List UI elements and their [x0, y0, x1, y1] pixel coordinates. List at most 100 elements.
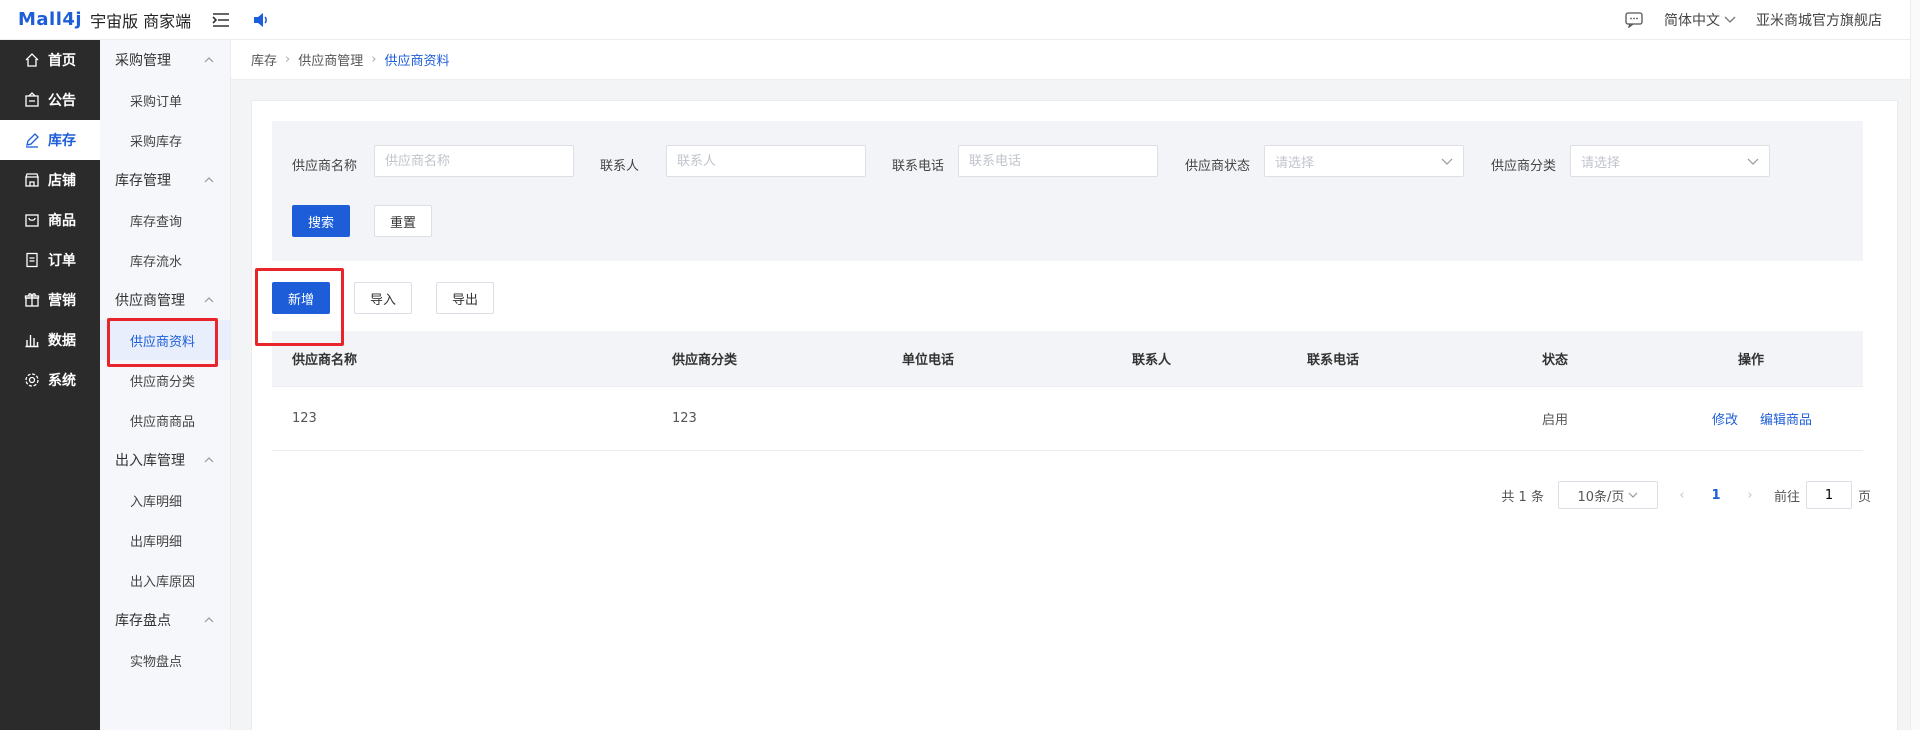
breadcrumb-item[interactable]: 供应商管理 — [298, 50, 363, 69]
main-content: 库存 › 供应商管理 › 供应商资料 供应商名称 联系人 联系电话 供应商状态 … — [231, 40, 1910, 730]
breadcrumb: 库存 › 供应商管理 › 供应商资料 — [231, 40, 1910, 80]
order-icon — [24, 252, 40, 268]
top-header: Mall4j 宇宙版 商家端 简体中文 亚米商城官方旗舰店 — [0, 0, 1920, 40]
add-button[interactable]: 新增 — [272, 282, 330, 314]
submenu-item-supplier-goods[interactable]: 供应商商品 — [100, 400, 230, 440]
group-stocktake[interactable]: 库存盘点 — [100, 600, 230, 640]
page-size-label: 10条/页 — [1577, 489, 1625, 505]
page-size-select[interactable]: 10条/页 — [1557, 481, 1658, 509]
chevron-down-icon — [1724, 16, 1736, 23]
breadcrumb-item[interactable]: 库存 — [251, 50, 277, 69]
submenu-item-stock-query[interactable]: 库存查询 — [100, 200, 230, 240]
column-header: 操作 — [1738, 353, 1765, 368]
shop-name[interactable]: 亚米商城官方旗舰店 — [1756, 10, 1882, 30]
contact-input[interactable] — [666, 145, 866, 177]
sidebar-item-orders[interactable]: 订单 — [0, 240, 100, 280]
supplier-table: 供应商名称 供应商分类 单位电话 联系人 联系电话 状态 操作 123 123 … — [272, 331, 1863, 451]
column-header: 单位电话 — [902, 353, 955, 368]
export-button[interactable]: 导出 — [436, 282, 494, 314]
notice-icon — [24, 92, 40, 108]
submenu-item-inbound-detail[interactable]: 入库明细 — [100, 480, 230, 520]
sidebar-item-home[interactable]: 首页 — [0, 40, 100, 80]
phone-input[interactable] — [958, 145, 1158, 177]
column-header: 供应商名称 — [292, 353, 358, 368]
status-select-placeholder: 请选择 — [1275, 155, 1315, 171]
sidebar-item-data[interactable]: 数据 — [0, 320, 100, 360]
chevron-up-icon — [204, 57, 214, 63]
group-title: 出入库管理 — [115, 453, 185, 469]
submenu-item-physical-count[interactable]: 实物盘点 — [100, 640, 230, 680]
language-selector[interactable]: 简体中文 — [1664, 10, 1736, 30]
next-page-icon[interactable]: › — [1740, 488, 1760, 503]
page-suffix: 页 — [1857, 489, 1871, 505]
phone-label: 联系电话 — [892, 159, 945, 174]
speaker-icon[interactable] — [251, 10, 271, 30]
group-title: 库存管理 — [115, 173, 171, 189]
sidebar-item-goods[interactable]: 商品 — [0, 200, 100, 240]
status-cell: 启用 — [1542, 413, 1569, 428]
submenu-item-inout-reason[interactable]: 出入库原因 — [100, 560, 230, 600]
sidebar-item-shop[interactable]: 店铺 — [0, 160, 100, 200]
sidebar-item-label: 首页 — [48, 53, 76, 69]
group-title: 库存盘点 — [115, 613, 171, 629]
group-supplier[interactable]: 供应商管理 — [100, 280, 230, 320]
menu-fold-icon[interactable] — [211, 10, 231, 30]
contact-label: 联系人 — [600, 159, 640, 174]
gear-icon — [24, 372, 40, 388]
edit-goods-link[interactable]: 编辑商品 — [1760, 409, 1812, 428]
main-sidebar: 首页 公告 库存 店铺 商品 订单 营销 数据 系统 — [0, 40, 100, 730]
logo[interactable]: Mall4j — [18, 9, 82, 30]
sidebar-item-label: 商品 — [48, 213, 76, 229]
chart-icon — [24, 332, 40, 348]
submenu-item-purchase-stock[interactable]: 采购库存 — [100, 120, 230, 160]
goods-icon — [24, 212, 40, 228]
sidebar-item-label: 营销 — [48, 293, 76, 309]
sidebar-item-inventory[interactable]: 库存 — [0, 120, 100, 160]
column-header: 供应商分类 — [672, 353, 738, 368]
column-header: 状态 — [1542, 353, 1569, 368]
category-label: 供应商分类 — [1491, 159, 1557, 174]
search-button[interactable]: 搜索 — [292, 205, 350, 237]
chevron-down-icon — [1747, 158, 1759, 165]
submenu-item-outbound-detail[interactable]: 出库明细 — [100, 520, 230, 560]
goto-page-input[interactable] — [1805, 481, 1852, 509]
group-inventory[interactable]: 库存管理 — [100, 160, 230, 200]
status-select[interactable]: 请选择 — [1264, 145, 1464, 177]
submenu-item-stock-flow[interactable]: 库存流水 — [100, 240, 230, 280]
submenu-item-supplier-category[interactable]: 供应商分类 — [100, 360, 230, 400]
column-header: 联系人 — [1132, 353, 1172, 368]
submenu-item-supplier-info[interactable]: 供应商资料 — [100, 320, 230, 360]
reset-button[interactable]: 重置 — [374, 205, 432, 237]
sidebar-item-label: 数据 — [48, 333, 76, 349]
pagination: 共 1 条 10条/页 ‹ 1 › 前往 页 — [1501, 481, 1871, 509]
category-select[interactable]: 请选择 — [1570, 145, 1770, 177]
prev-page-icon[interactable]: ‹ — [1672, 488, 1692, 503]
chevron-down-icon — [1441, 158, 1453, 165]
supplier-name-cell: 123 — [292, 411, 317, 426]
sidebar-item-system[interactable]: 系统 — [0, 360, 100, 400]
sidebar-item-marketing[interactable]: 营销 — [0, 280, 100, 320]
group-title: 供应商管理 — [115, 293, 185, 309]
chevron-up-icon — [204, 457, 214, 463]
total-count: 共 1 条 — [1501, 489, 1544, 505]
message-icon[interactable] — [1624, 10, 1644, 30]
goto-label: 前往 — [1773, 489, 1800, 505]
group-purchase[interactable]: 采购管理 — [100, 40, 230, 80]
sidebar-item-label: 店铺 — [48, 173, 76, 189]
page-number-current[interactable]: 1 — [1706, 488, 1726, 503]
supplier-name-input[interactable] — [374, 145, 574, 177]
submenu-item-purchase-order[interactable]: 采购订单 — [100, 80, 230, 120]
column-header: 联系电话 — [1307, 353, 1360, 368]
group-inout[interactable]: 出入库管理 — [100, 440, 230, 480]
scrollbar[interactable] — [1910, 0, 1920, 730]
edit-link[interactable]: 修改 — [1712, 409, 1738, 428]
sidebar-item-notice[interactable]: 公告 — [0, 80, 100, 120]
shop-icon — [24, 172, 40, 188]
group-title: 采购管理 — [115, 53, 171, 69]
content-card: 供应商名称 联系人 联系电话 供应商状态 请选择 供应商分类 请选择 搜索 重置… — [251, 100, 1898, 730]
import-button[interactable]: 导入 — [354, 282, 412, 314]
supplier-name-label: 供应商名称 — [292, 159, 358, 174]
chevron-right-icon: › — [285, 52, 291, 67]
sub-menu: 采购管理 采购订单 采购库存 库存管理 库存查询 库存流水 供应商管理 供应商资… — [100, 40, 231, 730]
page-jump: 前往 页 — [1774, 481, 1871, 509]
